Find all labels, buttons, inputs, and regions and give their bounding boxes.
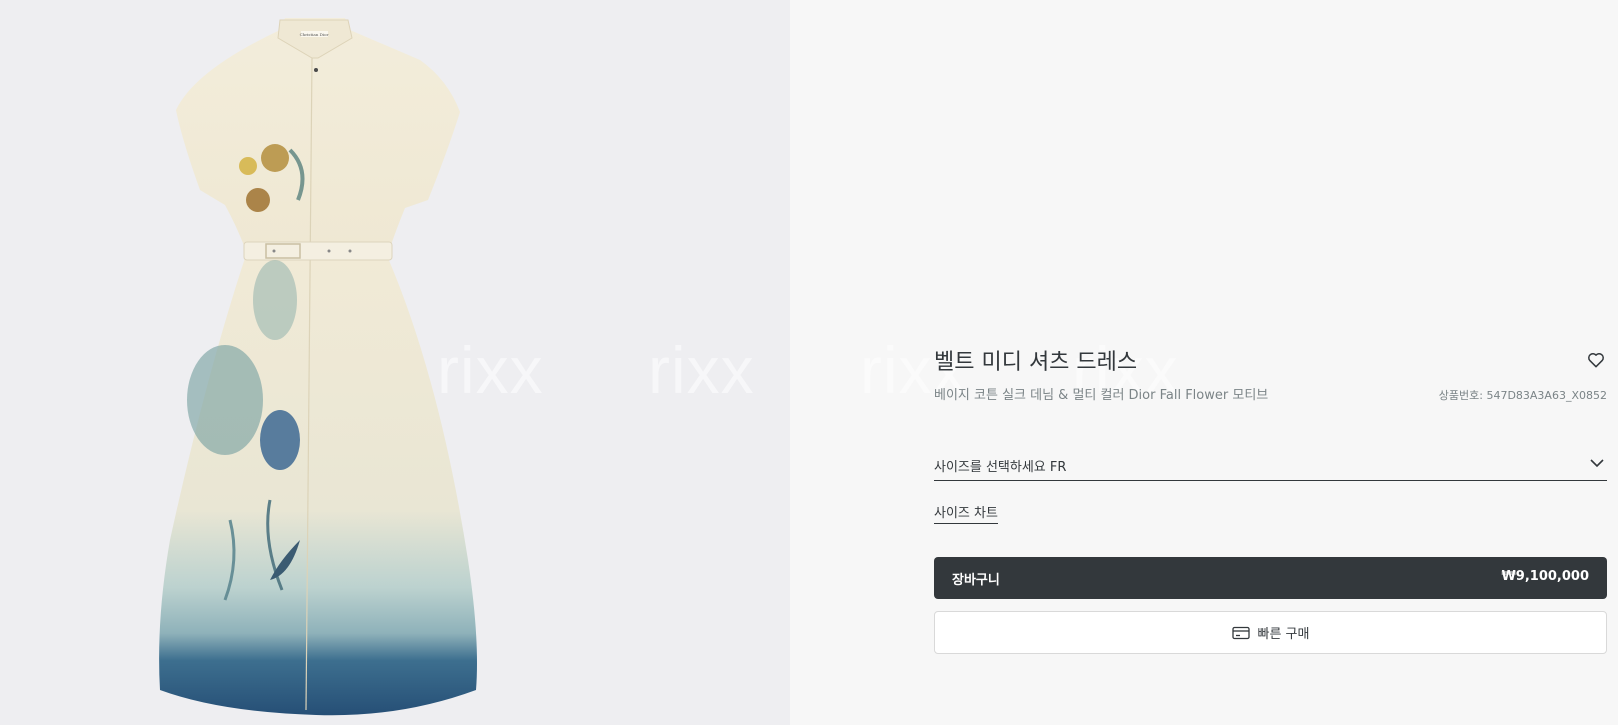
size-select-dropdown[interactable]: 사이즈를 선택하세요 FR: [934, 452, 1607, 481]
dress-skirt: [159, 258, 477, 716]
product-title: 벨트 미디 셔츠 드레스: [934, 350, 1138, 375]
heart-icon: [1588, 352, 1604, 368]
credit-card-icon: [1231, 626, 1250, 639]
quick-buy-button[interactable]: 빠른 구매: [934, 611, 1607, 654]
cart-label: 장바구니: [952, 573, 1000, 588]
watermark-text: rixx: [437, 333, 544, 407]
neck-label: Christian Dior: [300, 32, 329, 37]
size-chart-link[interactable]: 사이즈 차트: [934, 502, 998, 524]
price: ₩9,100,000: [1501, 569, 1589, 584]
size-select-label: 사이즈를 선택하세요 FR: [934, 460, 1067, 475]
wishlist-button[interactable]: [1586, 350, 1606, 370]
product-subtitle: 베이지 코튼 실크 데님 & 멀티 컬러 Dior Fall Flower 모티…: [934, 388, 1269, 403]
product-sku: 상품번호: 547D83A3A63_X0852: [1438, 389, 1607, 402]
quick-buy-label: 빠른 구매: [1257, 627, 1310, 642]
chevron-down-icon: [1590, 459, 1604, 468]
watermark-text: rixx: [648, 333, 755, 407]
add-to-cart-button[interactable]: 장바구니 ₩9,100,000: [934, 557, 1607, 599]
